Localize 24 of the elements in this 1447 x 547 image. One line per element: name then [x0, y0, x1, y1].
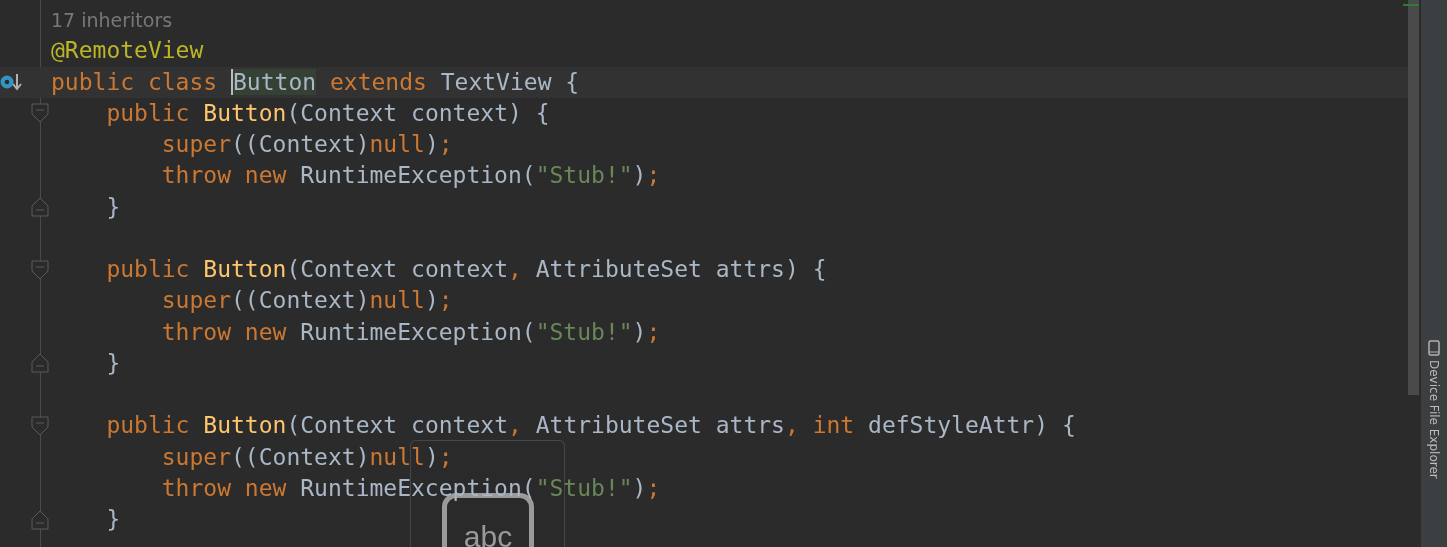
fold-icon[interactable] — [31, 415, 49, 436]
status-mark — [1403, 4, 1419, 6]
fold-icon[interactable] — [31, 259, 49, 280]
code-line: } — [105, 505, 121, 535]
fold-icon[interactable] — [31, 103, 49, 124]
code-line: throw new RuntimeException("Stub!"); — [160, 161, 661, 191]
code-line: } — [105, 348, 121, 378]
fold-icon[interactable] — [31, 509, 49, 530]
code-line: super((Context)null); — [160, 286, 453, 316]
code-line: super((Context)null); — [160, 130, 453, 160]
phone-icon — [1428, 340, 1440, 356]
code-line: public Button(Context context) { — [105, 98, 550, 128]
code-line: throw new RuntimeException("Stub!"); — [160, 317, 661, 347]
code-line: } — [105, 192, 121, 222]
inheritors-hint: 17 inheritors — [50, 7, 173, 33]
fold-icon[interactable] — [31, 197, 49, 218]
fold-icon[interactable] — [31, 353, 49, 374]
device-file-explorer-tab[interactable]: Device File Explorer — [1427, 360, 1441, 479]
code-line: public class Button extends TextView { — [50, 67, 580, 97]
code-line: public Button(Context context, AttributeSet attrs) { — [105, 255, 827, 285]
code-line: super((Context)null); — [160, 442, 453, 472]
code-line: public Button(Context context, AttributeSet attrs, int defStyleAttr) { — [105, 411, 1076, 441]
code-line: @RemoteView — [50, 36, 204, 66]
scrollbar-thumb[interactable] — [1408, 0, 1419, 395]
